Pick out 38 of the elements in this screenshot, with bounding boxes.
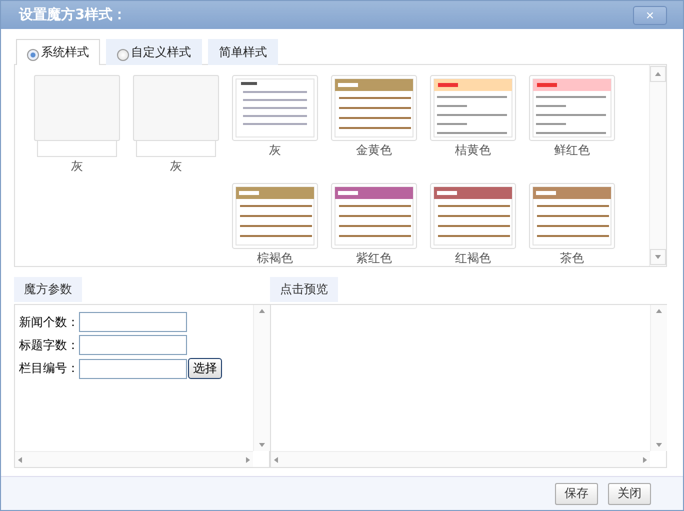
input-field[interactable] <box>79 312 187 332</box>
vertical-scrollbar[interactable] <box>650 305 667 451</box>
radio-button[interactable] <box>27 48 39 60</box>
style-preview[interactable] <box>232 75 318 141</box>
style-name: 金黄色 <box>356 142 392 159</box>
input-field[interactable] <box>79 358 187 378</box>
style-preview[interactable] <box>430 75 516 141</box>
style-tab[interactable]: 系统样式 <box>16 39 100 65</box>
style-preview[interactable] <box>529 183 615 249</box>
radio-button[interactable] <box>117 48 129 60</box>
field-label: 新闻个数： <box>19 314 79 330</box>
input-field[interactable] <box>79 335 187 355</box>
style-preview[interactable] <box>331 183 417 249</box>
window-title: 设置魔方3样式： <box>19 6 127 24</box>
style-tab[interactable]: 简单样式 <box>208 39 278 65</box>
dialog-button[interactable]: 关闭 <box>608 482 651 504</box>
style-preview[interactable] <box>529 75 615 141</box>
vertical-scrollbar[interactable] <box>253 305 270 451</box>
vertical-scrollbar[interactable] <box>649 65 666 266</box>
style-name: 鲜红色 <box>554 142 590 159</box>
field-label: 标题字数： <box>19 336 79 354</box>
style-name: 紫红色 <box>356 250 392 267</box>
select-button[interactable]: 选择 <box>188 358 222 379</box>
dialog-button[interactable]: 保存 <box>555 482 598 504</box>
style-tab[interactable]: 自定义样式 <box>106 39 202 65</box>
style-name: 棕褐色 <box>257 250 293 267</box>
style-name: 灰 <box>269 142 281 159</box>
style-name: 灰 <box>170 158 182 175</box>
style-name: 茶色 <box>560 250 584 267</box>
style-preview[interactable] <box>232 183 318 249</box>
style-name: 灰 <box>71 158 83 175</box>
style-name: 红褐色 <box>455 250 491 267</box>
horizontal-scrollbar[interactable] <box>271 451 650 467</box>
field-label: 栏目编号： <box>19 360 79 377</box>
horizontal-scrollbar[interactable] <box>15 451 253 467</box>
style-preview[interactable] <box>430 183 516 249</box>
style-name: 桔黄色 <box>455 142 491 159</box>
style-preview[interactable] <box>331 75 417 141</box>
